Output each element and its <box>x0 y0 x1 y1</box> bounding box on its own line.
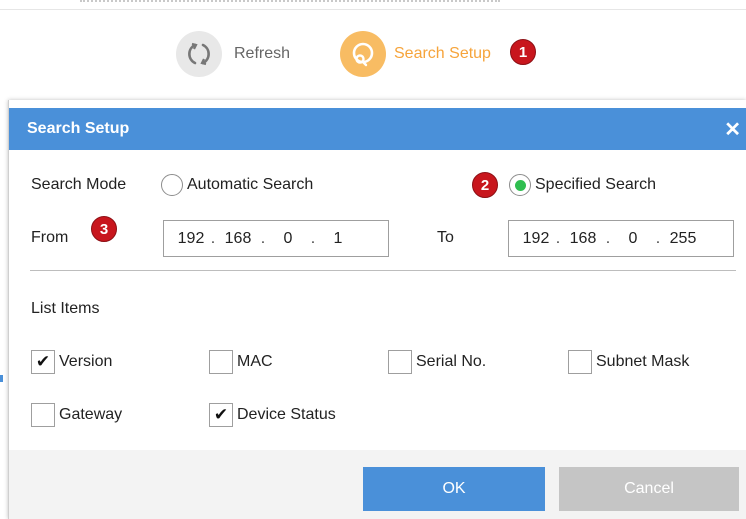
check-icon: ✔ <box>31 350 55 374</box>
ip-dot: . <box>605 229 611 247</box>
checkbox-label: Serial No. <box>416 353 487 370</box>
checkbox-mac[interactable]: MAC <box>209 350 273 374</box>
ip-octet[interactable]: 1 <box>318 230 358 248</box>
cropped-content <box>80 0 500 7</box>
radio-label: Automatic Search <box>187 176 314 193</box>
checkbox-version[interactable]: ✔ Version <box>31 350 112 374</box>
radio-automatic-search[interactable]: Automatic Search <box>161 174 313 196</box>
dialog-title: Search Setup <box>27 120 130 137</box>
search-setup-label: Search Setup <box>394 45 491 62</box>
checkbox-serial-no[interactable]: Serial No. <box>388 350 486 374</box>
checkbox-box <box>388 350 412 374</box>
search-setup-dialog: Search Setup ✕ Search Mode Automatic Sea… <box>8 100 746 519</box>
checkbox-gateway[interactable]: Gateway <box>31 403 122 427</box>
radio-label: Specified Search <box>535 176 656 193</box>
close-icon[interactable]: ✕ <box>724 117 741 142</box>
refresh-button[interactable]: Refresh <box>176 31 290 77</box>
ip-dot: . <box>655 229 661 247</box>
to-ip-input[interactable]: 192 . 168 . 0 . 255 <box>508 220 734 257</box>
ip-dot: . <box>310 229 316 247</box>
refresh-label: Refresh <box>234 45 291 62</box>
checkbox-label: Device Status <box>237 406 336 423</box>
radio-circle <box>161 174 183 196</box>
checkbox-box <box>568 350 592 374</box>
ok-button[interactable]: OK <box>363 467 545 511</box>
step-badge-3: 3 <box>91 216 117 242</box>
ip-octet[interactable]: 168 <box>563 230 603 248</box>
refresh-icon <box>176 31 222 77</box>
ip-dot: . <box>555 229 561 247</box>
list-items-label: List Items <box>31 300 100 317</box>
checkbox-label: MAC <box>237 353 273 370</box>
checkbox-subnet-mask[interactable]: Subnet Mask <box>568 350 689 374</box>
from-ip-input[interactable]: 192 . 168 . 0 . 1 <box>163 220 389 257</box>
search-setup-button[interactable]: Search Setup <box>340 31 491 77</box>
checkbox-label: Version <box>59 353 113 370</box>
ip-dot: . <box>260 229 266 247</box>
radio-dot <box>514 179 526 191</box>
radio-circle <box>509 174 531 196</box>
ip-octet[interactable]: 192 <box>174 230 208 248</box>
dialog-header: Search Setup ✕ <box>9 108 746 150</box>
checkbox-label: Subnet Mask <box>596 353 690 370</box>
ip-dot: . <box>210 229 216 247</box>
radio-specified-search[interactable]: Specified Search <box>509 174 656 196</box>
step-badge-1: 1 <box>510 39 536 65</box>
ip-octet[interactable]: 168 <box>218 230 258 248</box>
background-toolbar-strip <box>0 0 746 10</box>
ip-octet[interactable]: 192 <box>519 230 553 248</box>
checkbox-device-status[interactable]: ✔ Device Status <box>209 403 336 427</box>
step-badge-2: 2 <box>472 172 498 198</box>
ip-octet[interactable]: 0 <box>613 230 653 248</box>
from-label: From <box>31 229 69 246</box>
search-setup-icon <box>340 31 386 77</box>
check-icon: ✔ <box>209 403 233 427</box>
checkbox-box <box>31 403 55 427</box>
section-divider <box>30 270 736 271</box>
search-mode-label: Search Mode <box>31 176 127 193</box>
checkbox-box <box>209 350 233 374</box>
to-label: To <box>437 229 454 246</box>
ip-octet[interactable]: 0 <box>268 230 308 248</box>
checkbox-label: Gateway <box>59 406 123 423</box>
ip-octet[interactable]: 255 <box>663 230 703 248</box>
background-edge-mark <box>0 375 3 382</box>
cancel-button[interactable]: Cancel <box>559 467 739 511</box>
